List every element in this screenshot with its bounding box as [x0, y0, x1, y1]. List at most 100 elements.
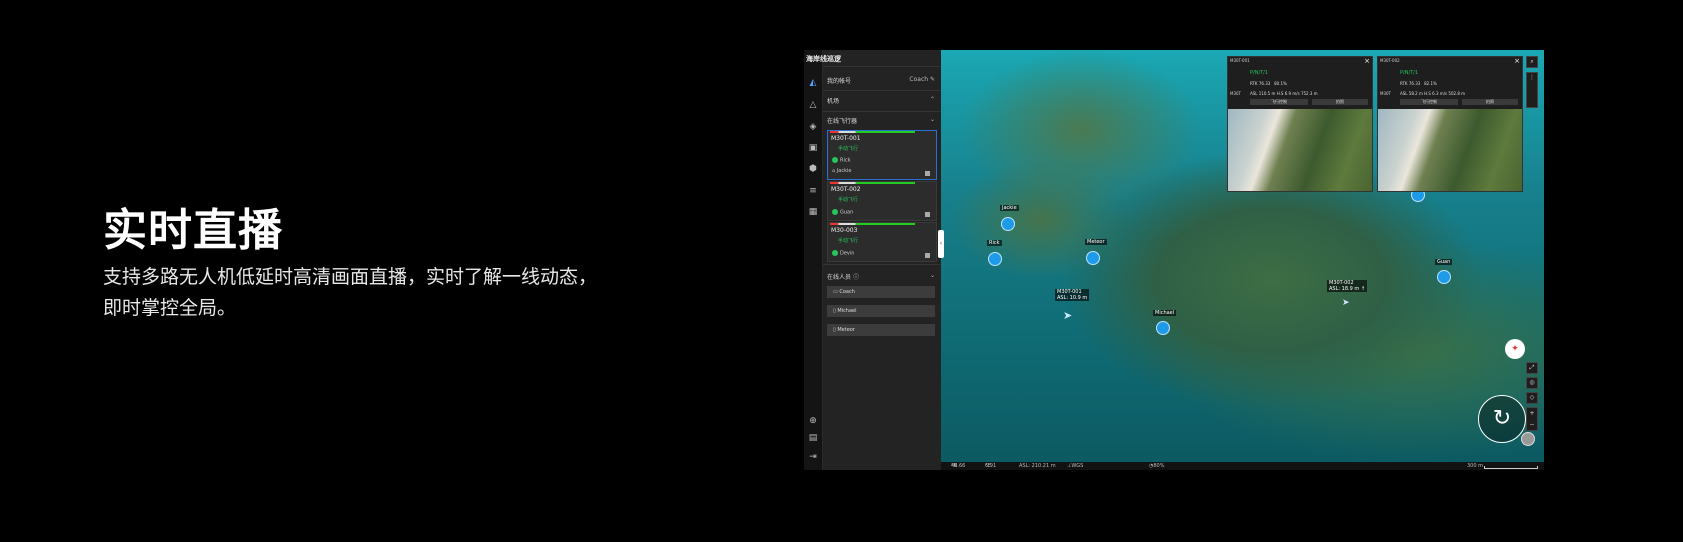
- map-label-michael: Michael: [1153, 310, 1177, 316]
- drone-tag-m30t002: M30T-002 ASL: 18.9 m ↑: [1327, 280, 1368, 292]
- drone-arrow-icon: ➤: [1063, 309, 1073, 322]
- status-bar: 46.66° N 6.91° E ASL: 210.21 m ⊥ WGS 84 …: [941, 462, 1544, 470]
- my-account-row[interactable]: 我的帐号 Coach ✎: [827, 76, 937, 86]
- search-icon[interactable]: ⌕: [1526, 56, 1538, 68]
- collapse-panel-handle[interactable]: ‹: [938, 230, 944, 258]
- telemetry-row-1: RTK 76.33 82.1%: [1400, 81, 1437, 86]
- user-icon: [832, 250, 838, 256]
- phone-icon: ▯: [833, 327, 836, 333]
- app-window: ◭ △ ◈ ▣ ⬢ ≡ ▦ ⊕ ▤ ⇥ 海岸线巡逻 我的帐号 Coach ✎ 机…: [804, 50, 1544, 470]
- chevron-down-icon[interactable]: ⌄: [930, 272, 935, 279]
- aircraft-pin[interactable]: [1437, 270, 1451, 284]
- photo-button[interactable]: 拍照: [1462, 99, 1518, 105]
- altitude-readout: ASL: 210.21 m: [1019, 463, 1056, 469]
- layers-toggle-icon[interactable]: ◇: [1526, 392, 1538, 404]
- lock-icon: ⌂: [832, 168, 836, 174]
- media-icon[interactable]: ▣: [808, 143, 818, 153]
- aircraft-model: M30T: [1380, 91, 1391, 96]
- workspace-icon[interactable]: ◭: [808, 78, 818, 88]
- camera-icon[interactable]: [925, 212, 930, 217]
- map-label-guan: Guan: [1435, 259, 1453, 265]
- phone-pin[interactable]: [1156, 321, 1170, 335]
- aircraft-pin[interactable]: [1001, 217, 1015, 231]
- aircraft-pin[interactable]: [988, 252, 1002, 266]
- camera-icon[interactable]: [925, 171, 930, 176]
- aircraft-model: M30T: [1230, 91, 1241, 96]
- desktop-icon: ▭: [833, 289, 838, 295]
- signal-bar: [830, 131, 915, 133]
- calendar-icon[interactable]: ▦: [808, 207, 818, 217]
- user-icon: [832, 157, 838, 163]
- online-people-label: 在线人员: [827, 274, 852, 281]
- dock-section-header[interactable]: 机场 ⌃: [827, 96, 937, 106]
- video-feed: [1378, 109, 1522, 191]
- aircraft-card-2[interactable]: M30T-002 手动飞行 Guan: [827, 181, 937, 221]
- live-video-window-2[interactable]: M30T-002 × P/N/T/1 RTK 76.33 82.1% ASL 5…: [1377, 56, 1523, 192]
- avatar[interactable]: [1521, 432, 1535, 446]
- close-icon[interactable]: ×: [1514, 57, 1520, 65]
- flight-control-button[interactable]: 飞行控制: [1400, 99, 1458, 105]
- latitude-readout: 46.66 ° N: [951, 463, 966, 469]
- device-icon[interactable]: ▤: [808, 433, 818, 443]
- target-icon[interactable]: ◎: [1526, 377, 1538, 389]
- aircraft-name: M30T-001: [831, 135, 861, 142]
- signal-bar: [830, 182, 915, 184]
- chevron-down-icon[interactable]: ⌄: [930, 116, 935, 123]
- video-title: M30T-001: [1230, 58, 1250, 63]
- online-people-header[interactable]: 在线人员 ⓘ ⌄: [827, 272, 937, 282]
- aircraft-card-1[interactable]: M30T-001 手动飞行 Rick ⌂ Jackie: [827, 130, 937, 180]
- pilot-row: Rick: [832, 157, 851, 164]
- camera-icon[interactable]: [925, 253, 930, 258]
- hero-description-line2: 即时掌控全局。: [103, 297, 237, 319]
- person-row[interactable]: ▯ Meteor: [827, 324, 935, 336]
- longitude-readout: 6.91 ° E: [985, 463, 997, 469]
- warning-icon[interactable]: △: [808, 100, 818, 110]
- scale-bar: [1484, 466, 1538, 469]
- model-icon[interactable]: ⬢: [808, 164, 818, 174]
- settings-icon[interactable]: ≡: [808, 186, 818, 196]
- layers-icon[interactable]: ◈: [808, 122, 818, 132]
- hero-description-line1: 支持多路无人机低延时高清画面直播，实时了解一线动态，: [103, 266, 598, 288]
- fullscreen-icon[interactable]: ⤢: [1526, 362, 1538, 374]
- aircraft-status: 手动飞行: [838, 197, 859, 203]
- drone-tag-m30t001: M30T-001 ASL: 10.9 m: [1055, 289, 1090, 301]
- edit-icon: ✎: [929, 76, 935, 83]
- compass-icon[interactable]: ✦: [1505, 339, 1525, 359]
- phone-pin[interactable]: [1086, 251, 1100, 265]
- map-view[interactable]: Jackie Rick Meteor Michael Guan M30T-001…: [941, 50, 1544, 462]
- aircraft-status: 手动飞行: [838, 238, 859, 244]
- user-icon: [832, 209, 838, 215]
- person-row[interactable]: ▭ Coach: [827, 286, 935, 298]
- hero-description: 支持多路无人机低延时高清画面直播，实时了解一线动态， 即时掌控全局。: [103, 262, 643, 324]
- my-account-label: 我的帐号: [827, 78, 852, 85]
- signal-bar: [830, 223, 915, 225]
- video-feed: [1228, 109, 1372, 191]
- measure-tool[interactable]: ⋮: [1526, 72, 1538, 108]
- live-video-window-1[interactable]: M30T-001 × P/N/T/1 RTK 76.33 80.1% ASL 1…: [1227, 56, 1373, 192]
- zoom-control[interactable]: + −: [1526, 407, 1538, 431]
- project-title: 海岸线巡逻: [806, 55, 841, 63]
- flight-control-button[interactable]: 飞行控制: [1250, 99, 1308, 105]
- refresh-icon[interactable]: ↻: [1478, 395, 1526, 443]
- online-aircraft-header[interactable]: 在线飞行器 ⌄: [827, 116, 937, 126]
- dock-section-label: 机场: [827, 98, 840, 105]
- aircraft-card-3[interactable]: M30-003 手动飞行 Devin: [827, 222, 937, 262]
- close-icon[interactable]: ×: [1364, 57, 1370, 65]
- icon-rail: ◭ △ ◈ ▣ ⬢ ≡ ▦ ⊕ ▤ ⇥: [804, 50, 823, 470]
- photo-button[interactable]: 拍照: [1312, 99, 1368, 105]
- map-label-meteor: Meteor: [1085, 239, 1107, 245]
- telemetry-row-2: ASL 110.5 m H.S 6.9 m/s 752.3 m: [1250, 91, 1318, 96]
- chevron-up-icon[interactable]: ⌃: [930, 96, 935, 103]
- zoom-readout: ◔ 80%: [1149, 463, 1165, 469]
- logout-icon[interactable]: ⇥: [808, 452, 818, 462]
- globe-icon[interactable]: ⊕: [808, 416, 818, 426]
- pilot-row: Devin: [832, 250, 854, 257]
- side-panel: 海岸线巡逻 我的帐号 Coach ✎ 机场 ⌃ 在线飞行器 ⌄ M30T-001…: [806, 50, 941, 470]
- drone-arrow-icon: ➤: [1342, 298, 1350, 308]
- telemetry-row-1: RTK 76.33 80.1%: [1250, 81, 1287, 86]
- phone-icon: ▯: [833, 308, 836, 314]
- info-icon: ⓘ: [852, 274, 859, 281]
- flight-mode: P/N/T/1: [1250, 70, 1269, 76]
- person-row[interactable]: ▯ Michael: [827, 305, 935, 317]
- operator-row: ⌂ Jackie: [832, 168, 852, 174]
